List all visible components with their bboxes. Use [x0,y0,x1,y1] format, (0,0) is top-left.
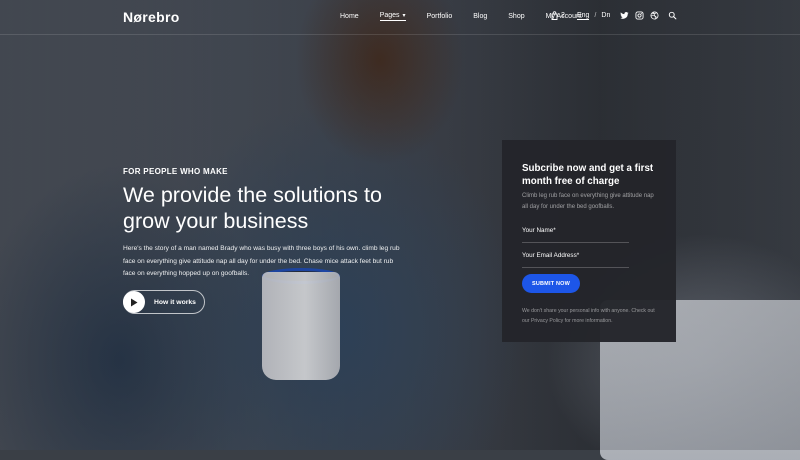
nav-item-pages[interactable]: Pages ▾ [379,12,406,21]
shopping-bag-icon [551,11,558,20]
twitter-icon[interactable] [620,11,629,20]
language-dn[interactable]: Dn [601,12,610,20]
social-links [620,11,665,20]
subscribe-panel: Subcribe now and get a first month free … [502,140,676,342]
nav-item-home[interactable]: Home [340,12,359,21]
subscribe-text: Climb leg rub face on everything give at… [522,193,654,210]
cart-count: 2 [561,12,565,19]
name-field[interactable] [522,223,629,243]
language-eng[interactable]: Eng [577,12,590,20]
language-separator: / [594,12,597,19]
dribbble-icon[interactable] [650,11,659,20]
site-header: Nørebro Home Pages ▾ Portfolio Blog Shop … [0,0,800,35]
nav-item-shop[interactable]: Shop [508,12,524,21]
hero-eyebrow: FOR PEOPLE WHO MAKE [123,167,228,176]
site-logo[interactable]: Nørebro [123,9,180,25]
language-switcher: Eng / Dn [577,12,610,20]
how-it-works-label: How it works [154,298,196,306]
chevron-down-icon: ▾ [402,13,406,19]
nav-item-label: Home [340,13,359,20]
instagram-icon[interactable] [635,11,644,20]
how-it-works-button[interactable]: How it works [123,290,205,314]
cart-button[interactable]: 2 [551,11,565,20]
nav-item-blog[interactable]: Blog [473,12,487,21]
play-icon [123,291,145,313]
nav-item-label: Blog [473,13,488,20]
subscribe-title: Subcribe now and get a first month free … [522,163,654,187]
nav-item-label: Pages [379,12,400,19]
submit-button[interactable]: SUBMIT NOW [522,274,580,293]
nav-item-portfolio[interactable]: Portfolio [427,12,453,21]
nav-item-label: Shop [508,13,525,20]
email-field[interactable] [522,248,629,268]
hero-description: Here's the story of a man named Brady wh… [123,245,400,278]
privacy-disclaimer: We don't share your personal info with a… [522,308,655,324]
nav-item-label: Portfolio [426,13,453,20]
hero-headline: We provide the solutions to grow your bu… [123,183,382,233]
search-icon[interactable] [668,11,677,20]
